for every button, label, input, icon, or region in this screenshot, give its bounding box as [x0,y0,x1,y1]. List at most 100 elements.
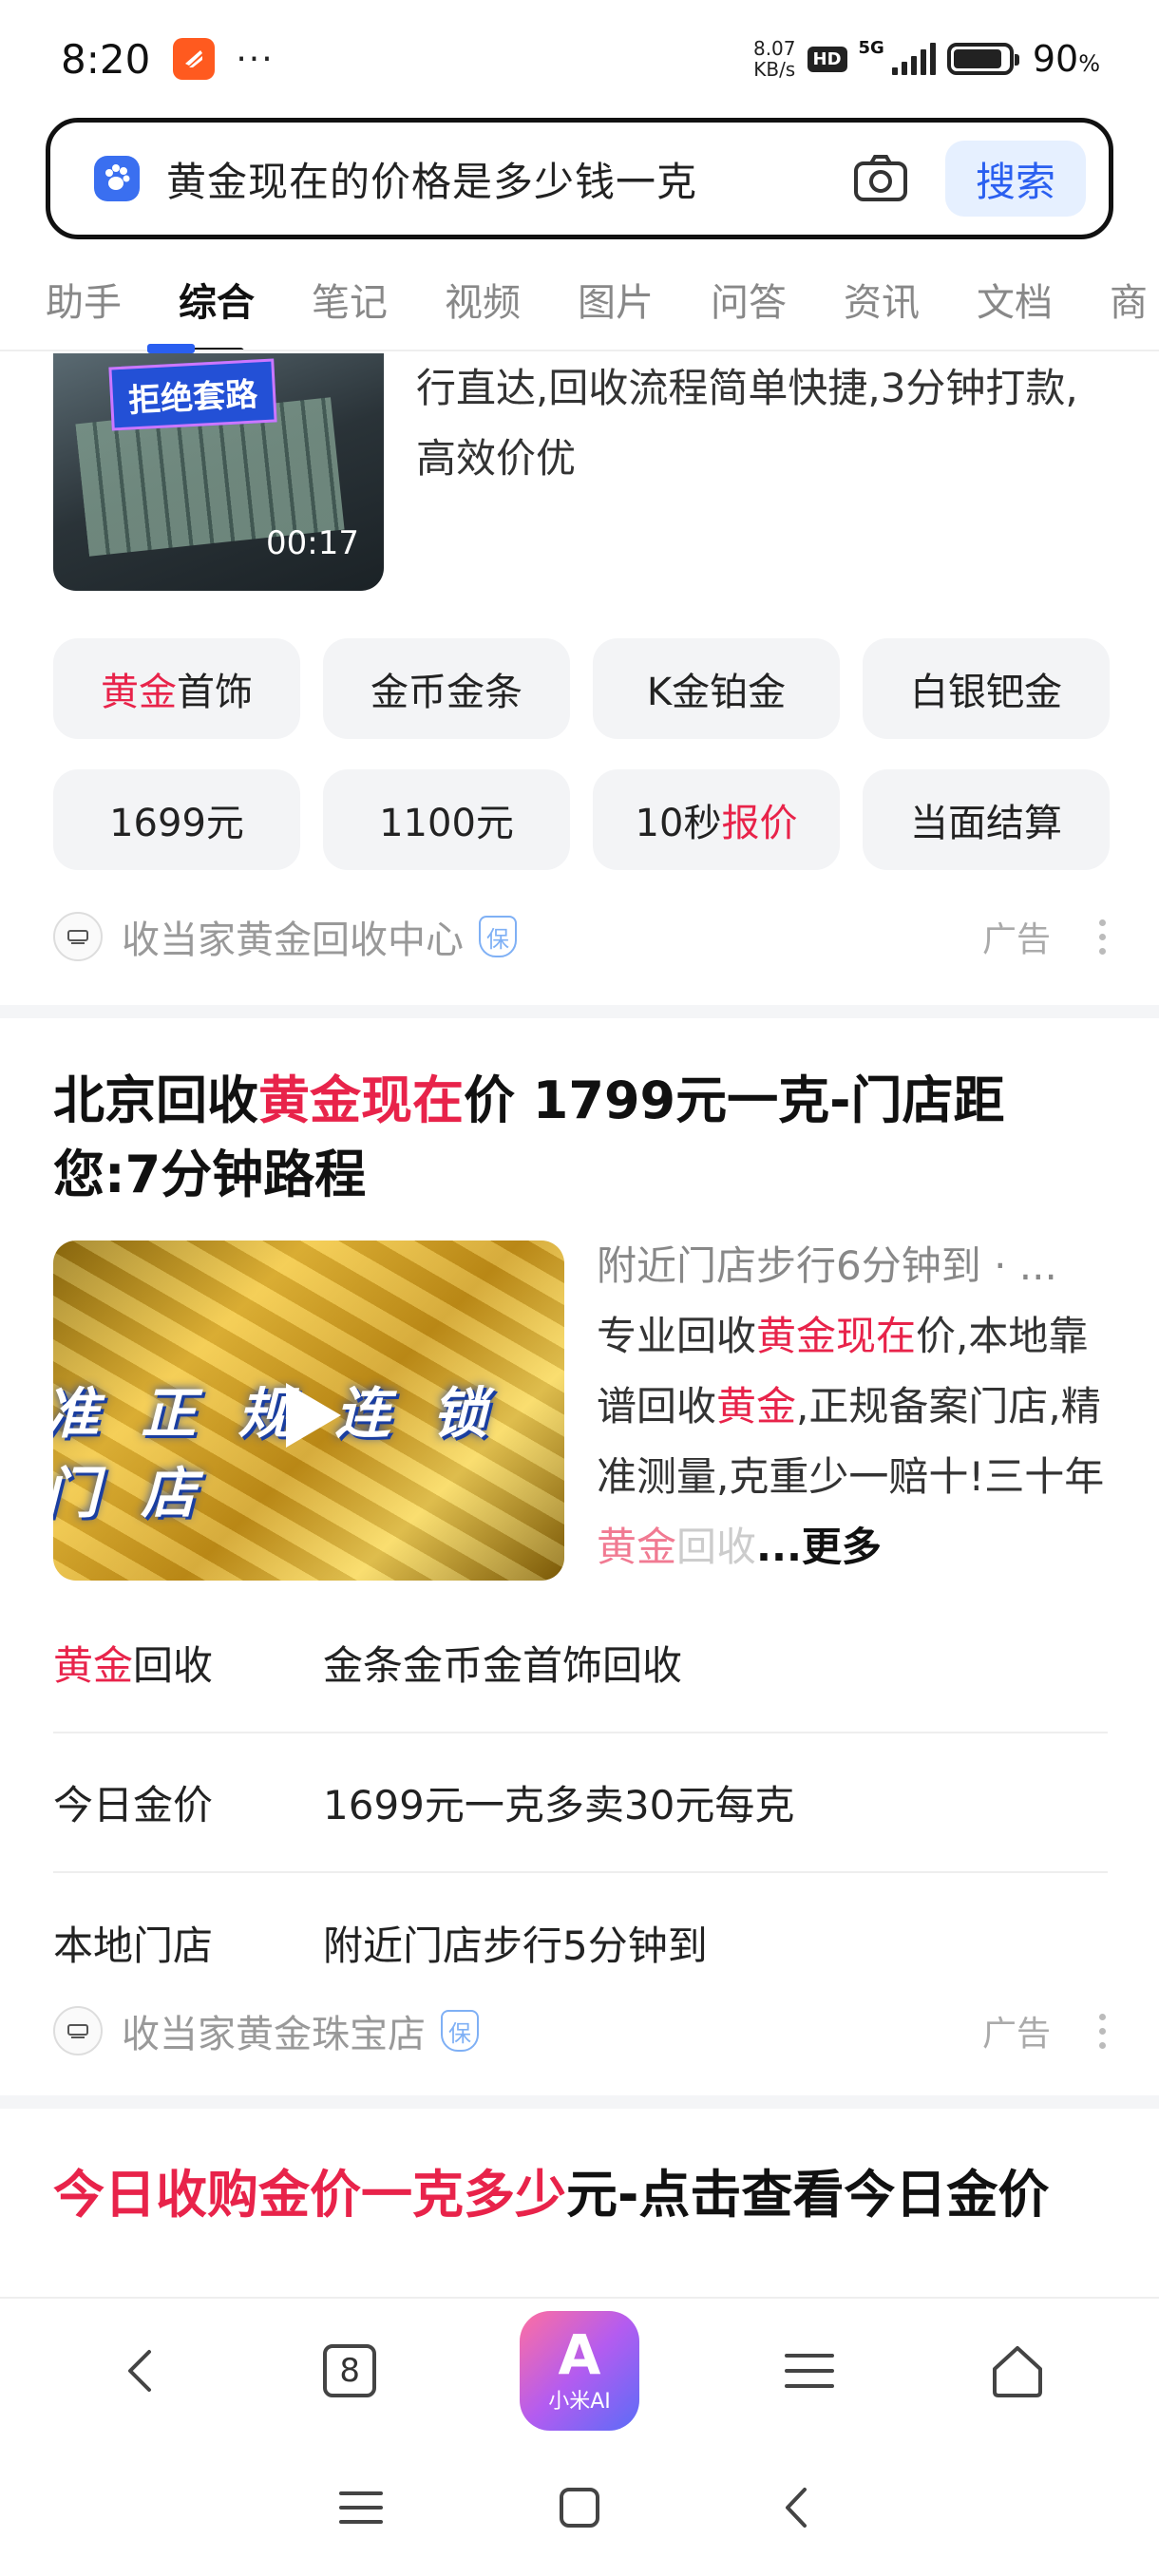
section-divider [0,1005,1159,1018]
row-key: 今日金价 [53,1782,214,1828]
row-value: 1699元一克多卖30元每克 [323,1782,795,1828]
search-input[interactable]: 黄金现在的价格是多少钱一克 [166,150,850,208]
row-key: 本地门店 [53,1923,214,1969]
network-type: 5G [858,38,884,58]
title-highlight: 今日收购金价一克多少 [53,2165,566,2225]
chip-coins-bars[interactable]: 金币金条 [323,638,570,739]
chip-label: K金铂金 [646,671,787,714]
chip-quote[interactable]: 10秒 报价 [593,769,840,870]
app-notification-icon [173,38,216,80]
chip-label: 首饰 [177,671,253,714]
recents-icon[interactable] [337,2484,385,2535]
chip-silver-palladium[interactable]: 白银钯金 [863,638,1110,739]
signal-icon [891,43,936,75]
status-time: 8:20 [61,35,151,83]
battery-percent: 90% [1033,38,1100,80]
back-icon[interactable] [104,2333,180,2409]
hd-icon: HD [807,46,847,72]
title-highlight: 黄金现在 [258,1070,464,1130]
video-thumbnail[interactable]: 拒绝套路 00:17 [53,353,384,591]
chip-settlement[interactable]: 当面结算 [863,769,1110,870]
guarantee-badge-icon: 保 [479,916,517,957]
ad-label: 广告 [981,920,1051,959]
battery-value: 90 [1032,38,1079,80]
desc-highlight: 黄金现在 [756,1313,917,1359]
back-nav-icon[interactable] [774,2484,822,2535]
chip-highlight: 报价 [721,802,798,845]
net-speed: 8.07 KB/s [753,38,796,80]
more-link[interactable]: ...更多 [756,1524,882,1570]
table-row[interactable]: 本地门店 附近门店步行5分钟到 [53,1873,1108,2013]
source-name[interactable]: 收当家黄金回收中心 [122,909,464,964]
ai-label: 小米AI [548,2390,611,2414]
row-key-highlight: 黄金 [53,1642,134,1689]
chip-label: 白银钯金 [910,671,1062,714]
tab-all[interactable]: 综合 [179,272,255,327]
home-icon[interactable] [979,2333,1055,2409]
result-description[interactable]: 行直达,回收流程简单快捷,3分钟打款,高效价优 [416,353,1100,494]
chip-k-gold-platinum[interactable]: K金铂金 [593,638,840,739]
chip-label: 1699元 [109,802,244,845]
row-key-text: 回收 [133,1642,214,1689]
tab-notes[interactable]: 笔记 [312,272,388,327]
search-bar[interactable]: 黄金现在的价格是多少钱一克 搜索 [46,118,1113,239]
ad-source-row: 收当家黄金珠宝店 保 广告 [53,2002,1108,2059]
baidu-paw-icon [94,156,140,201]
tab-videos[interactable]: 视频 [445,272,521,327]
thumbnail-banner: 拒绝套路 [108,358,277,431]
home-nav-icon[interactable] [556,2484,603,2535]
ad-source-row: 收当家黄金回收中心 保 广告 [53,908,1108,965]
chip-price-1100[interactable]: 1100元 [323,769,570,870]
ad-label: 广告 [981,2015,1051,2054]
tab-images[interactable]: 图片 [578,272,654,327]
menu-icon[interactable] [771,2333,847,2409]
guarantee-badge-icon: 保 [441,2010,479,2052]
source-logo[interactable] [53,912,103,961]
source-logo[interactable] [53,2006,103,2055]
desc-fade: 回收 [676,1524,757,1570]
result-description[interactable]: 附近门店步行6分钟到 · ... 专业回收黄金现在价,本地靠谱回收黄金,正规备案… [597,1231,1110,1582]
net-speed-unit: KB/s [753,58,796,81]
chip-highlight: 黄金 [101,671,177,714]
search-button[interactable]: 搜索 [945,141,1086,217]
tab-shopping[interactable]: 商 [1110,272,1148,327]
result-title[interactable]: 北京回收黄金现在价 1799元一克-门店距您:7分钟路程 [53,1064,1108,1212]
tab-news[interactable]: 资讯 [844,272,920,327]
video-duration: 00:17 [266,524,359,562]
tab-qa[interactable]: 问答 [711,272,787,327]
more-options-icon[interactable] [1096,2013,1108,2049]
quick-links-grid: 黄金 首饰 金币金条 K金铂金 白银钯金 1699元 1100元 10秒 报价 当面… [53,638,1110,870]
row-key: 黄金回收 [53,1634,323,1692]
chip-price-1699[interactable]: 1699元 [53,769,300,870]
camera-icon[interactable] [850,148,911,209]
tab-assistant[interactable]: 助手 [46,272,122,327]
tabs-button[interactable]: 8 [312,2333,388,2409]
desc-highlight: 黄金 [716,1383,797,1430]
status-bar: 8:20 ··· 8.07 KB/s HD 5G 90% [0,0,1159,118]
table-row[interactable]: 今日金价 1699元一克多卖30元每克 [53,1733,1108,1873]
net-speed-value: 8.07 [752,37,796,60]
table-row[interactable]: 黄金回收 金条金币金首饰回收 [53,1594,1108,1733]
tab-docs[interactable]: 文档 [977,272,1053,327]
battery-unit: % [1078,50,1100,77]
info-table: 黄金回收 金条金币金首饰回收 今日金价 1699元一克多卖30元每克 本地门店 … [53,1594,1108,2013]
search-tabs: 助手 综合 笔记 视频 图片 问答 资讯 文档 商 [0,249,1159,351]
chip-label: 1100元 [379,802,514,845]
result-title[interactable]: 今日收购金价一克多少元-点击查看今日金价 [53,2158,1108,2232]
ai-logo-icon: A [558,2322,601,2387]
chip-gold-jewelry[interactable]: 黄金 首饰 [53,638,300,739]
more-notifications-icon: ··· [236,39,275,79]
tab-count: 8 [323,2344,377,2397]
row-value: 附近门店步行5分钟到 [323,1923,708,1969]
battery-icon [946,43,1019,75]
browser-toolbar: 8 A 小米AI [0,2297,1159,2443]
play-icon [286,1383,341,1448]
more-options-icon[interactable] [1096,919,1108,955]
section-divider [0,2095,1159,2109]
video-thumbnail[interactable]: 准 正 规 连 锁 门 店 [53,1241,564,1581]
source-name[interactable]: 收当家黄金珠宝店 [122,2003,426,2058]
xiaomi-ai-button[interactable]: A 小米AI [519,2311,639,2431]
system-navigation [0,2443,1159,2576]
description-subline: 附近门店步行6分钟到 · ... [597,1242,1057,1289]
desc-text: 专业回收 [597,1313,757,1359]
